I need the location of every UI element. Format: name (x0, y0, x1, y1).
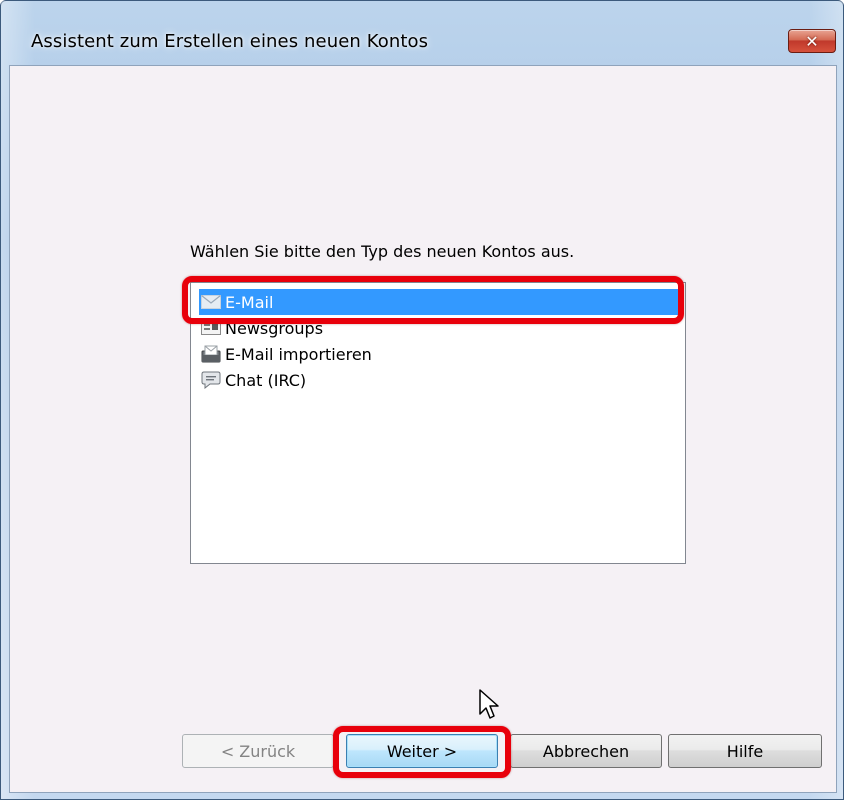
import-mail-icon (201, 345, 221, 363)
title-bar[interactable]: Assistent zum Erstellen eines neuen Kont… (1, 1, 843, 65)
list-item-label: Newsgroups (225, 318, 324, 338)
list-item-label: Chat (IRC) (225, 370, 307, 390)
list-item-label: E-Mail importieren (225, 344, 372, 364)
next-button[interactable]: Weiter > (346, 734, 498, 768)
back-button[interactable]: < Zurück (182, 734, 334, 768)
wizard-window: Assistent zum Erstellen eines neuen Kont… (0, 0, 844, 800)
close-icon: ✕ (805, 31, 819, 51)
list-item-chat-irc[interactable]: Chat (IRC) (199, 367, 679, 393)
window-title: Assistent zum Erstellen eines neuen Kont… (31, 31, 429, 52)
account-type-list[interactable]: E-Mail Newsgroups E-Mail importieren Cha… (190, 282, 686, 564)
list-item-newsgroups[interactable]: Newsgroups (199, 315, 679, 341)
chat-bubble-icon (201, 371, 221, 389)
list-item-email[interactable]: E-Mail (199, 289, 679, 315)
list-item-import-email[interactable]: E-Mail importieren (199, 341, 679, 367)
wizard-content: Wählen Sie bitte den Typ des neuen Konto… (9, 65, 837, 793)
envelope-icon (201, 293, 221, 311)
mouse-cursor-icon (479, 689, 499, 719)
newsgroups-icon (201, 319, 221, 337)
cancel-button[interactable]: Abbrechen (510, 734, 662, 768)
help-button[interactable]: Hilfe (668, 734, 822, 768)
list-item-label: E-Mail (225, 292, 274, 312)
close-button[interactable]: ✕ (788, 29, 836, 53)
account-type-prompt: Wählen Sie bitte den Typ des neuen Konto… (190, 242, 575, 261)
